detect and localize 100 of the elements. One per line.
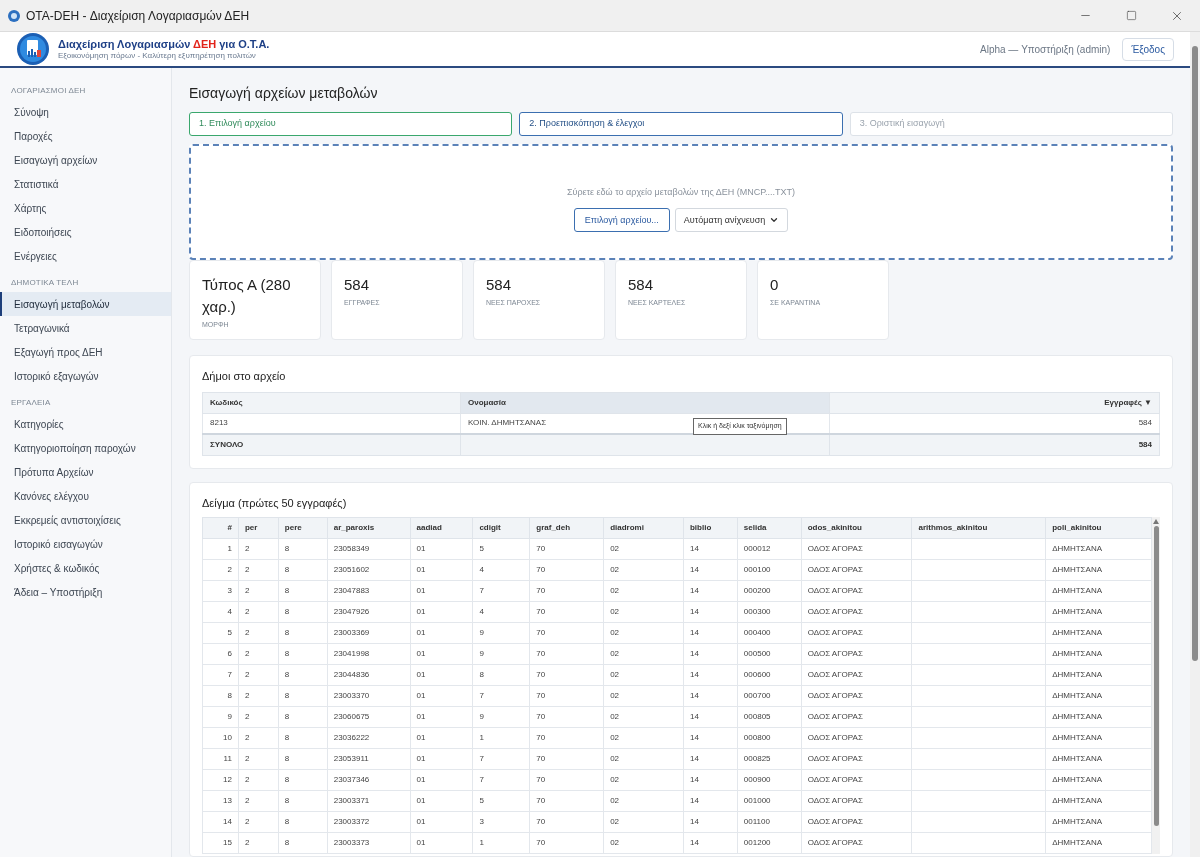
sidebar-item[interactable]: Άδεια – Υποστήριξη xyxy=(0,580,171,604)
table-cell: 2 xyxy=(238,727,279,749)
table-cell: 8 xyxy=(278,538,328,560)
sidebar-item[interactable]: Εξαγωγή προς ΔΕΗ xyxy=(0,340,171,364)
column-header[interactable]: aadiad xyxy=(410,517,473,539)
table-cell: 02 xyxy=(603,811,684,833)
table-cell: 14 xyxy=(683,811,738,833)
table-cell: ΔΗΜΗΤΣΑΝΑ xyxy=(1045,748,1152,770)
table-cell: 000825 xyxy=(737,748,802,770)
table-cell: ΟΔΟΣ ΑΓΟΡΑΣ xyxy=(801,727,912,749)
page-scrollbar[interactable] xyxy=(1190,32,1200,857)
table-cell: 01 xyxy=(410,601,473,623)
table-cell: 70 xyxy=(529,727,604,749)
sidebar-item[interactable]: Εισαγωγή αρχείων xyxy=(0,148,171,172)
stat-value: 584 xyxy=(486,275,513,295)
total-cell: ΣΥΝΟΛΟ xyxy=(202,434,461,455)
scroll-thumb[interactable] xyxy=(1153,526,1159,826)
sidebar-item[interactable]: Ιστορικό εισαγωγών xyxy=(0,532,171,556)
sidebar-item[interactable]: Ιστορικό εξαγωγών xyxy=(0,364,171,388)
table-cell: 2 xyxy=(238,748,279,770)
sidebar-item[interactable]: Εισαγωγή μεταβολών xyxy=(0,292,171,316)
sidebar-item[interactable]: Τετραγωνικά xyxy=(0,316,171,340)
sidebar-item[interactable]: Παροχές xyxy=(0,124,171,148)
table-scrollbar[interactable] xyxy=(1152,517,1160,854)
column-header[interactable]: Ονομασία xyxy=(460,392,830,413)
drop-zone[interactable]: Σύρετε εδώ το αρχείο μεταβολών της ΔΕΗ (MNCP....TXT) Επιλογή αρχείου... Αυτόματη ανίχνευση xyxy=(189,144,1173,260)
column-header[interactable]: odos_akinitou xyxy=(801,517,912,539)
table-cell: ΟΔΟΣ ΑΓΟΡΑΣ xyxy=(801,538,912,560)
table-cell: 8 xyxy=(278,622,328,644)
table-cell: 02 xyxy=(603,769,684,791)
page-title: Εισαγωγή αρχείων μεταβολών xyxy=(189,86,379,100)
column-header[interactable]: graf_deh xyxy=(529,517,604,539)
column-header[interactable]: poli_akinitou xyxy=(1045,517,1152,539)
table-cell: ΔΗΜΗΤΣΑΝΑ xyxy=(1045,811,1152,833)
scroll-thumb[interactable] xyxy=(1192,46,1198,661)
sidebar-item[interactable]: Χάρτης xyxy=(0,196,171,220)
sidebar-item[interactable]: Κατηγορίες xyxy=(0,412,171,436)
column-header[interactable]: Κωδικός xyxy=(202,392,461,413)
table-cell: ΟΔΟΣ ΑΓΟΡΑΣ xyxy=(801,832,912,854)
table-cell: 2 xyxy=(238,643,279,665)
table-cell: 01 xyxy=(410,748,473,770)
sidebar-item[interactable]: Ειδοποιήσεις xyxy=(0,220,171,244)
logout-button[interactable]: Έξοδος xyxy=(1122,37,1174,61)
table-cell: 3 xyxy=(472,811,530,833)
table-cell: 70 xyxy=(529,706,604,728)
column-header[interactable]: cdigit xyxy=(472,517,530,539)
format-select[interactable]: Αυτόματη ανίχνευση xyxy=(674,208,789,233)
total-cell: 584 xyxy=(829,434,1160,455)
column-header[interactable]: # xyxy=(202,517,239,539)
sidebar-item[interactable]: Ενέργειες xyxy=(0,244,171,268)
table-cell: 70 xyxy=(529,811,604,833)
column-header[interactable]: per xyxy=(238,517,279,539)
table-cell: ΔΗΜΗΤΣΑΝΑ xyxy=(1045,664,1152,686)
table-cell: ΔΗΜΗΤΣΑΝΑ xyxy=(1045,706,1152,728)
table-cell: 23051602 xyxy=(327,559,411,581)
column-header[interactable]: pere xyxy=(278,517,328,539)
sidebar-item[interactable]: Κανόνες ελέγχου xyxy=(0,484,171,508)
table-cell: 8 xyxy=(278,727,328,749)
table-cell: 001200 xyxy=(737,832,802,854)
table-cell: ΔΗΜΗΤΣΑΝΑ xyxy=(1045,559,1152,581)
sidebar-item[interactable]: Εκκρεμείς αντιστοιχίσεις xyxy=(0,508,171,532)
sidebar-item[interactable]: Χρήστες & κωδικός xyxy=(0,556,171,580)
column-header[interactable]: selida xyxy=(737,517,802,539)
table-cell: 000500 xyxy=(737,643,802,665)
app-icon xyxy=(8,9,20,22)
table-cell: 14 xyxy=(683,727,738,749)
scroll-up-icon[interactable] xyxy=(1153,519,1159,524)
table-cell: 000012 xyxy=(737,538,802,560)
sidebar-item[interactable]: Σύνοψη xyxy=(0,100,171,124)
table-cell: 8 xyxy=(278,559,328,581)
table-cell: 12 xyxy=(202,769,239,791)
column-header[interactable]: biblio xyxy=(683,517,738,539)
brand-tagline: Εξοικονόμηση πόρων - Καλύτερη εξυπηρέτηση πολιτών xyxy=(58,51,257,60)
table-cell: 14 xyxy=(683,664,738,686)
column-header[interactable]: arithmos_akinitou xyxy=(911,517,1046,539)
sidebar-heading: ΛΟΓΑΡΙΑΣΜΟΙ ΔΕΗ xyxy=(10,85,87,97)
table-cell: 8 xyxy=(278,832,328,854)
column-header[interactable]: ar_paroxis xyxy=(327,517,411,539)
table-cell: 70 xyxy=(529,748,604,770)
table-cell: ΔΗΜΗΤΣΑΝΑ xyxy=(1045,601,1152,623)
table-cell: 1 xyxy=(472,832,530,854)
table-cell: 23003371 xyxy=(327,790,411,812)
table-cell: 02 xyxy=(603,685,684,707)
table-cell: 02 xyxy=(603,580,684,602)
table-cell: 14 xyxy=(683,559,738,581)
table-cell: 23047883 xyxy=(327,580,411,602)
table-cell: 02 xyxy=(603,664,684,686)
table-cell: 8 xyxy=(472,664,530,686)
choose-file-button[interactable]: Επιλογή αρχείου... xyxy=(573,208,670,233)
sidebar-item[interactable]: Κατηγοριοποίηση παροχών xyxy=(0,436,171,460)
table-cell: 001000 xyxy=(737,790,802,812)
table-cell: 2 xyxy=(238,664,279,686)
table-cell: 15 xyxy=(202,832,239,854)
sidebar-item[interactable]: Στατιστικά xyxy=(0,172,171,196)
sidebar-item[interactable]: Πρότυπα Αρχείων xyxy=(0,460,171,484)
table-cell: 9 xyxy=(472,643,530,665)
column-header[interactable]: diadromi xyxy=(603,517,684,539)
table-cell: ΔΗΜΗΤΣΑΝΑ xyxy=(1045,790,1152,812)
table-cell: 2 xyxy=(238,580,279,602)
column-header[interactable]: Εγγραφές ▼ xyxy=(829,392,1160,413)
